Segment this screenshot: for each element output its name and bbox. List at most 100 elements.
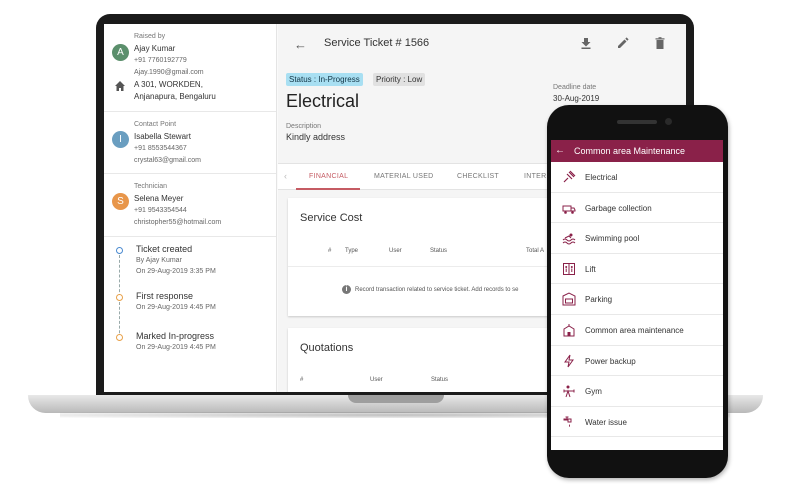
raised-by-section: A Raised by Ajay Kumar +91 7760192779 Aj… [104,24,276,112]
column-header: # [328,248,332,254]
person-name: Isabella Stewart [134,132,191,141]
column-header: Type [345,248,359,254]
lift-icon [563,262,575,275]
phone-camera [665,118,672,125]
column-header: User [370,377,383,383]
address-line1: A 301, WORKDEN, [134,80,203,89]
phone-screen: ← Common area Maintenance Electrical Gar… [551,140,723,450]
contact-point-section: I Contact Point Isabella Stewart +91 855… [104,112,276,174]
list-item-label: Power backup [585,356,636,366]
deadline-label: Deadline date [553,84,597,91]
list-item[interactable]: Common area maintenance [551,315,723,346]
list-item[interactable]: Water issue [551,407,723,438]
timeline-dot [116,334,123,341]
phone-speaker [617,120,657,124]
timeline-dot [116,294,123,301]
person-phone[interactable]: +91 9543354544 [134,205,270,217]
home-icon [115,81,125,91]
person-phone[interactable]: +91 7760192779 [134,55,270,67]
gym-icon [563,385,575,398]
ticket-category: Electrical [286,91,360,111]
role-label: Raised by [134,33,166,40]
laptop-notch [348,395,444,403]
person-name: Selena Meyer [134,194,184,203]
list-item[interactable]: Parking [551,284,723,315]
ticket-people-panel: A Raised by Ajay Kumar +91 7760192779 Aj… [104,24,277,392]
list-item-label: Parking [585,295,613,305]
ticket-timeline: Ticket created By Ajay Kumar On 29-Aug-2… [104,237,276,370]
parking-icon [562,292,576,306]
column-header: Total A [526,248,545,254]
mobile-app-bar: ← Common area Maintenance [551,140,723,162]
role-label: Technician [134,183,168,190]
power-backup-icon [564,354,574,367]
mobile-title: Common area Maintenance [574,146,686,156]
timeline-when: On 29-Aug-2019 4:45 PM [136,304,216,311]
card-title: Quotations [300,342,354,354]
list-item[interactable]: Swimming pool [551,223,723,254]
timeline-title: First response [136,291,194,301]
list-item-label: Electrical [585,173,618,182]
deadline-value: 30-Aug-2019 [553,94,600,103]
timeline-dot [116,247,123,254]
description-label: Description [286,123,322,130]
building-icon [563,323,575,337]
list-item-label: Swimming pool [585,234,640,244]
column-header: User [389,248,402,254]
timeline-item: First response On 29-Aug-2019 4:45 PM [104,290,276,338]
status-badge: Status : In-Progress [286,73,363,86]
timeline-item: Marked In-progress On 29-Aug-2019 4:45 P… [104,330,276,370]
category-list: Electrical Garbage collection Swimming p… [551,162,723,438]
list-item[interactable]: Electrical [551,162,723,193]
list-item[interactable]: Power backup [551,346,723,377]
card-title: Service Cost [300,212,363,224]
list-item[interactable]: Gym [551,376,723,407]
list-item-label: Lift [585,264,596,274]
list-item-label: Garbage collection [585,203,652,213]
role-label: Contact Point [134,121,177,128]
timeline-item: Ticket created By Ajay Kumar On 29-Aug-2… [104,243,276,297]
column-header: Status [430,248,448,254]
list-item-label: Water issue [585,417,627,427]
page-title: Service Ticket # 1566 [324,37,430,49]
list-item-label: Gym [585,387,602,397]
person-name: Ajay Kumar [134,44,176,53]
tab-material-used[interactable]: MATERIAL USED [374,173,434,180]
timeline-title: Marked In-progress [136,331,215,341]
person-email[interactable]: crystal63@gmail.com [134,155,270,167]
timeline-by: By Ajay Kumar [136,257,182,264]
chevron-left-icon[interactable]: ‹ [284,171,287,181]
person-email[interactable]: Ajay.1990@gmail.com [134,67,270,79]
column-header: Status [431,377,449,383]
info-icon: i [342,285,351,294]
empty-state-text: Record transaction related to service ti… [355,287,519,294]
timeline-when: On 29-Aug-2019 4:45 PM [136,344,216,351]
technician-section: S Technician Selena Meyer +91 9543354544… [104,174,276,237]
person-phone[interactable]: +91 8553544367 [134,143,270,155]
list-item[interactable]: Lift [551,254,723,285]
list-item[interactable]: Garbage collection [551,193,723,224]
empty-state-message: i Record transaction related to service t… [342,285,518,294]
address-line2: Anjanapura, Bengaluru [134,92,216,101]
active-tab-indicator [296,188,360,190]
download-icon[interactable] [579,36,593,50]
delete-icon[interactable] [653,36,667,50]
water-tap-icon [563,416,572,427]
edit-icon[interactable] [616,36,630,50]
person-email[interactable]: christopher55@hotmail.com [134,217,270,229]
tab-checklist[interactable]: CHECKLIST [457,173,499,180]
garbage-truck-icon [562,205,576,214]
tab-financial[interactable]: FINANCIAL [309,173,348,180]
list-item-label: Common area maintenance [585,325,684,335]
column-header: # [300,377,304,383]
back-arrow-icon[interactable]: ← [555,145,565,156]
electrical-icon [563,170,576,183]
description-value: Kindly address [286,132,346,142]
priority-badge: Priority : Low [373,73,426,86]
timeline-title: Ticket created [136,244,193,254]
avatar: A [112,44,129,61]
avatar: S [112,193,129,210]
avatar: I [112,131,129,148]
back-arrow-icon[interactable]: ← [294,37,307,52]
timeline-when: On 29-Aug-2019 3:35 PM [136,268,216,275]
